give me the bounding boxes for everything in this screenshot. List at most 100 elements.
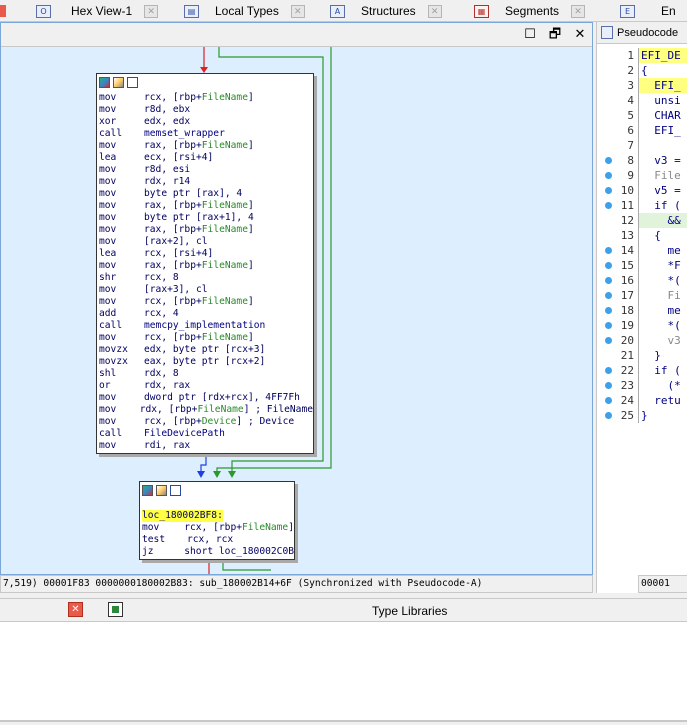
instruction-line[interactable]: mov [rax+2], cl [99, 236, 313, 248]
location-label[interactable]: loc_180002BF8: [142, 510, 223, 522]
group-icon[interactable] [170, 484, 181, 496]
breakpoint-dot-icon[interactable] [605, 247, 612, 254]
instruction-line[interactable]: movzx edx, byte ptr [rcx+3] [99, 344, 313, 356]
instruction-line[interactable]: mov rcx, [rbp+FileName] [99, 296, 313, 308]
instruction-line[interactable]: mov rcx, [rbp+FileName] [99, 92, 313, 104]
code-line[interactable]: if ( [639, 363, 687, 378]
rename-icon[interactable] [113, 76, 124, 88]
code-line[interactable]: EFI_ [639, 78, 687, 93]
tab-type-libraries[interactable]: Type Libraries [372, 604, 447, 618]
code-line[interactable] [639, 138, 687, 153]
tab-enums[interactable]: E En [620, 0, 676, 22]
close-icon[interactable]: ✕ [144, 4, 159, 18]
tab-local-types[interactable]: ▤ Local Types ✕ [184, 0, 305, 22]
code-line[interactable]: EFI_ [639, 123, 687, 138]
breakpoint-dot-icon[interactable] [605, 172, 612, 179]
code-line[interactable]: retu [639, 393, 687, 408]
instruction-line[interactable]: or rdx, rax [99, 380, 313, 392]
group-icon[interactable] [127, 76, 138, 88]
instruction-line[interactable]: mov dword ptr [rdx+rcx], 4FF7Fh [99, 392, 313, 404]
color-icon[interactable] [99, 76, 110, 88]
instruction-line[interactable]: mov rdx, r14 [99, 176, 313, 188]
instruction-line[interactable]: jz short loc_180002C0B [142, 546, 294, 558]
instruction-line[interactable]: mov rax, [rbp+FileName] [99, 224, 313, 236]
graph-node-block-1[interactable]: mov rcx, [rbp+FileName] mov r8d, ebx xor edx,… [96, 73, 314, 454]
instruction-line[interactable]: mov byte ptr [rax], 4 [99, 188, 313, 200]
breakpoint-dot-icon[interactable] [605, 397, 612, 404]
instruction-line[interactable]: mov rax, [rbp+FileName] [99, 200, 313, 212]
instruction-line[interactable]: mov rcx, [rbp+FileName] [142, 522, 294, 534]
breakpoint-dot-icon[interactable] [605, 292, 612, 299]
instruction-line[interactable]: shr rcx, 8 [99, 272, 313, 284]
code-line[interactable]: v3 = [639, 153, 687, 168]
breakpoint-dot-icon[interactable] [605, 337, 612, 344]
breakpoint-dot-icon[interactable] [605, 277, 612, 284]
instruction-line[interactable]: mov rdx, [rbp+FileName] ; FileName [99, 404, 313, 416]
instruction-line[interactable]: mov rax, [rbp+FileName] [99, 140, 313, 152]
code-line[interactable]: Fi [639, 288, 687, 303]
tab-segments[interactable]: ▦ Segments ✕ [474, 0, 586, 22]
code-line[interactable]: v3 [639, 333, 687, 348]
tab-hex-view[interactable]: O Hex View-1 ✕ [36, 0, 159, 22]
line-number: 8 [597, 153, 637, 168]
code-line[interactable]: } [639, 348, 687, 363]
code-line[interactable]: (* [639, 378, 687, 393]
code-line[interactable]: EFI_DE [639, 48, 687, 63]
code-line[interactable]: *F [639, 258, 687, 273]
code-line[interactable]: *( [639, 273, 687, 288]
close-icon[interactable]: ✕ [571, 4, 586, 18]
instruction-line[interactable]: lea rcx, [rsi+4] [99, 248, 313, 260]
breakpoint-dot-icon[interactable] [605, 157, 612, 164]
code-line[interactable]: { [639, 63, 687, 78]
code-line[interactable]: v5 = [639, 183, 687, 198]
code-line[interactable]: *( [639, 318, 687, 333]
pseudocode-text[interactable]: EFI_DE{ EFI_ unsi CHAR EFI_ v3 = File v5… [638, 48, 687, 423]
instruction-line[interactable]: add rcx, 4 [99, 308, 313, 320]
breakpoint-dot-icon[interactable] [605, 412, 612, 419]
instruction-line[interactable]: mov r8d, ebx [99, 104, 313, 116]
rename-icon[interactable] [156, 484, 167, 496]
instruction-line[interactable]: mov rcx, [rbp+FileName] [99, 332, 313, 344]
breakpoint-dot-icon[interactable] [605, 367, 612, 374]
tab-structures[interactable]: A Structures ✕ [330, 0, 442, 22]
type-libraries-pane[interactable] [0, 622, 687, 720]
code-line[interactable]: CHAR [639, 108, 687, 123]
breakpoint-dot-icon[interactable] [605, 322, 612, 329]
instruction-line[interactable]: shl rdx, 8 [99, 368, 313, 380]
instruction-line[interactable]: mov byte ptr [rax+1], 4 [99, 212, 313, 224]
instruction-line[interactable]: call memset_wrapper [99, 128, 313, 140]
code-line[interactable]: { [639, 228, 687, 243]
instruction-line[interactable]: mov r8d, esi [99, 164, 313, 176]
color-icon[interactable] [142, 484, 153, 496]
code-line[interactable]: me [639, 303, 687, 318]
instruction-line[interactable]: mov [rax+3], cl [99, 284, 313, 296]
code-line[interactable]: unsi [639, 93, 687, 108]
instruction-line[interactable]: test rcx, rcx [142, 534, 294, 546]
code-line[interactable]: if ( [639, 198, 687, 213]
instruction-line[interactable]: xor edx, edx [99, 116, 313, 128]
instruction-line[interactable]: mov rcx, [rbp+Device] ; Device [99, 416, 313, 428]
instruction-line[interactable]: call memcpy_implementation [99, 320, 313, 332]
instruction-line[interactable]: lea ecx, [rsi+4] [99, 152, 313, 164]
breakpoint-dot-icon[interactable] [605, 382, 612, 389]
instruction-line[interactable]: mov rax, [rbp+FileName] [99, 260, 313, 272]
pseudocode-panel[interactable]: Pseudocode 1 2 3 4 5 6 7 8 9 10 11 12 13 14 15 16 17 18 19… [596, 22, 687, 593]
instruction-line[interactable]: mov rdi, rax [99, 440, 313, 452]
code-line[interactable]: File [639, 168, 687, 183]
close-icon[interactable]: ✕ [427, 4, 442, 18]
tab-pseudocode[interactable]: Pseudocode [597, 22, 687, 44]
instruction-line[interactable]: call FileDevicePath [99, 428, 313, 440]
breakpoint-dot-icon[interactable] [605, 262, 612, 269]
instruction-line[interactable]: movzx eax, byte ptr [rcx+2] [99, 356, 313, 368]
code-line[interactable]: } [639, 408, 687, 423]
close-icon[interactable]: ✕ [68, 602, 83, 617]
breakpoint-dot-icon[interactable] [605, 202, 612, 209]
code-line[interactable]: && [639, 213, 687, 228]
breakpoint-dot-icon[interactable] [605, 187, 612, 194]
close-icon[interactable]: ✕ [290, 4, 305, 18]
tab-close-partial[interactable] [0, 5, 6, 17]
code-line[interactable]: me [639, 243, 687, 258]
graph-node-block-2[interactable]: loc_180002BF8: mov rcx, [rbp+FileName] tes… [139, 481, 295, 560]
breakpoint-dot-icon[interactable] [605, 307, 612, 314]
graph-view[interactable]: ☐ 🗗 ✕ mov rcx, [rbp+FileName] mov r8d, ebx x… [0, 22, 593, 575]
